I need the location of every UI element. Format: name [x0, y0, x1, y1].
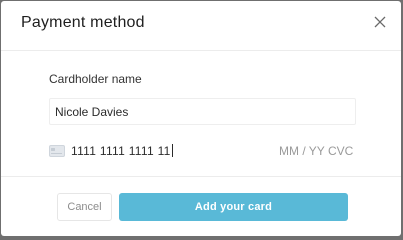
expiry-input[interactable]: MM / YY — [279, 144, 325, 158]
dialog-footer: Cancel Add your card — [1, 176, 401, 236]
card-number-value: 1111 1111 1111 11 — [71, 144, 171, 158]
card-number-input[interactable]: 1111 1111 1111 11 — [71, 144, 173, 158]
cardholder-name-label: Cardholder name — [49, 72, 142, 86]
dialog-title: Payment method — [21, 14, 145, 31]
cardholder-name-input[interactable] — [49, 98, 356, 125]
add-card-button[interactable]: Add your card — [119, 193, 348, 221]
payment-method-dialog: Payment method Cardholder name 1111 1111… — [1, 1, 401, 236]
close-icon — [374, 16, 386, 28]
card-details-field[interactable]: 1111 1111 1111 11 MM / YY CVC — [49, 143, 356, 161]
cvc-input[interactable]: CVC — [328, 144, 353, 158]
credit-card-icon — [49, 145, 65, 157]
cancel-button[interactable]: Cancel — [57, 193, 112, 221]
dialog-header: Payment method — [1, 1, 401, 51]
close-button[interactable] — [373, 15, 387, 29]
text-caret — [171, 144, 173, 157]
